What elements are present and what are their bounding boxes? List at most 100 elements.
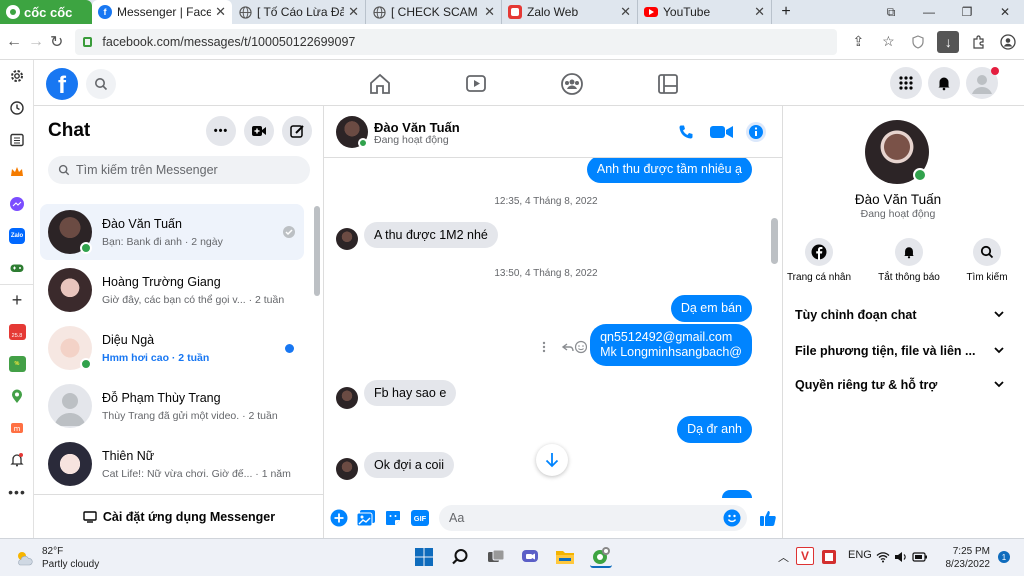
sticker-icon[interactable] — [382, 507, 404, 529]
shopping-bag-icon[interactable]: 25.8 — [0, 316, 34, 348]
new-tab-button[interactable]: + — [772, 0, 800, 24]
tab-search-icon[interactable]: ⧉ — [872, 5, 910, 20]
settings-gear-icon[interactable] — [0, 60, 34, 92]
more-icon[interactable]: ••• — [0, 476, 34, 508]
task-view-icon[interactable] — [485, 546, 507, 568]
shop-icon[interactable]: m — [0, 412, 34, 444]
chat-item-hoang-truong-giang[interactable]: Hoàng Trường Giang Giờ đây, các bạn có th… — [40, 262, 304, 318]
url-field[interactable]: facebook.com/messages/t/100050122699097 — [75, 28, 838, 55]
zalo-icon[interactable]: Zalo — [0, 220, 34, 252]
chat-item-thien-nu[interactable]: Thiên Nữ Cat Life!: Nữ vừa chơi. Giờ đế..… — [40, 436, 304, 492]
search-icon[interactable] — [86, 69, 116, 99]
emoji-icon[interactable] — [723, 509, 741, 527]
coccoc-logo[interactable]: cốc cốc — [0, 0, 92, 24]
attach-image-icon[interactable] — [355, 507, 377, 529]
profile-icon[interactable] — [997, 31, 1019, 53]
share-icon[interactable]: ⇪ — [847, 31, 869, 53]
message-input[interactable]: Aa — [439, 505, 747, 531]
message-incoming[interactable]: A thu được 1M2 nhé — [364, 222, 498, 248]
chat-item-dieu-nga[interactable]: Diệu Ngà Hmm hơi cao · 2 tuần — [40, 320, 304, 376]
video-call-icon[interactable] — [710, 125, 734, 139]
back-icon[interactable]: ← — [6, 33, 22, 51]
messenger-icon[interactable] — [0, 188, 34, 220]
gaming-icon[interactable] — [656, 72, 680, 96]
extensions-icon[interactable] — [967, 31, 989, 53]
facebook-logo-icon[interactable]: f — [46, 68, 78, 100]
view-profile-button[interactable]: Trang cá nhân — [779, 238, 859, 283]
audio-call-icon[interactable] — [678, 124, 694, 140]
account-avatar[interactable] — [966, 67, 999, 99]
language-indicator[interactable]: ENG — [848, 549, 872, 561]
message-outgoing[interactable]: qn5512492@gmail.com Mk Longminhsangbach@ — [590, 324, 752, 366]
close-tab-icon[interactable]: ✕ — [754, 4, 765, 20]
crown-icon[interactable] — [0, 156, 34, 188]
coccoc-taskbar-icon[interactable] — [590, 546, 612, 568]
teams-chat-icon[interactable] — [519, 546, 541, 568]
section-privacy-support[interactable]: Quyền riêng tư & hỗ trợ — [795, 378, 1005, 392]
download-badge-icon[interactable]: ↓ — [937, 30, 960, 53]
chat-options-icon[interactable]: ••• — [206, 116, 236, 146]
profile-avatar[interactable] — [865, 120, 929, 184]
forward-icon[interactable]: → — [28, 33, 44, 51]
search-conversation-button[interactable]: Tìm kiếm — [947, 238, 1024, 283]
section-media-files[interactable]: File phương tiện, file và liên ... — [795, 344, 1005, 358]
conversation-info-icon[interactable] — [746, 122, 766, 142]
avatar[interactable] — [336, 116, 368, 148]
system-tray-status[interactable] — [876, 548, 928, 566]
vietkey-tray-icon[interactable]: V — [796, 547, 814, 565]
message-outgoing-partial[interactable] — [722, 490, 752, 498]
weather-widget[interactable]: 82°F Partly cloudy — [14, 545, 99, 571]
mute-notifications-button[interactable]: Tắt thông báo — [869, 238, 949, 283]
new-message-compose-icon[interactable] — [282, 116, 312, 146]
groups-icon[interactable] — [560, 72, 584, 96]
reload-icon[interactable]: ↻ — [50, 32, 63, 52]
close-tab-icon[interactable]: ✕ — [620, 4, 631, 20]
chat-item-do-pham-thuy-trang[interactable]: Đỗ Phạm Thùy Trang Thùy Trang đã gửi một … — [40, 378, 304, 434]
fb-notifications-icon[interactable] — [928, 67, 960, 99]
windows-start-icon[interactable] — [413, 546, 435, 568]
message-incoming[interactable]: Ok đợi a coii — [364, 452, 455, 478]
tab-youtube[interactable]: YouTube ✕ — [638, 0, 772, 24]
history-icon[interactable] — [0, 92, 34, 124]
close-window-icon[interactable]: ✕ — [986, 5, 1024, 19]
message-outgoing[interactable]: Dạ em bán — [670, 295, 752, 322]
tab-messenger[interactable]: f Messenger | Faceb ✕ — [92, 0, 232, 24]
restore-icon[interactable]: ❐ — [948, 5, 986, 19]
menu-grid-icon[interactable] — [890, 67, 922, 99]
notifications-bell-icon[interactable] — [0, 444, 34, 476]
gif-icon[interactable]: GIF — [409, 507, 431, 529]
message-actions-icons[interactable] — [541, 340, 587, 354]
message-outgoing[interactable]: Anh thu được tầm nhiêu ạ — [586, 158, 752, 183]
reading-list-icon[interactable] — [0, 124, 34, 156]
taskbar-search-icon[interactable] — [449, 546, 471, 568]
location-pin-icon[interactable] — [0, 380, 34, 412]
home-icon[interactable] — [368, 72, 392, 96]
minimize-icon[interactable]: — — [910, 5, 948, 19]
game-controller-icon[interactable] — [0, 252, 34, 284]
system-clock[interactable]: 7:25 PM 8/23/2022 — [940, 545, 991, 571]
onedrive-tray-icon[interactable] — [820, 548, 838, 566]
chat-item-dao-van-tuan[interactable]: Đào Văn Tuấn Bạn: Bank đi anh · 2 ngày — [40, 204, 304, 260]
message-incoming[interactable]: Fb hay sao e — [364, 380, 457, 406]
tab-check-scam[interactable]: [ CHECK SCAM ] H✕ — [366, 0, 502, 24]
close-tab-icon[interactable]: ✕ — [348, 4, 359, 20]
messenger-search-input[interactable]: Tìm kiếm trên Messenger — [48, 156, 310, 184]
section-customize-chat[interactable]: Tùy chỉnh đoạn chat — [795, 308, 1005, 322]
voucher-icon[interactable]: % — [0, 348, 34, 380]
scroll-to-bottom-button[interactable] — [536, 444, 568, 476]
add-icon[interactable]: + — [0, 284, 34, 316]
message-outgoing[interactable]: Dạ đr anh — [677, 416, 752, 443]
bookmark-star-icon[interactable]: ☆ — [877, 31, 899, 53]
install-messenger-button[interactable]: Cài đặt ứng dụng Messenger — [34, 494, 324, 538]
thumbs-up-like-icon[interactable] — [757, 507, 779, 529]
close-tab-icon[interactable]: ✕ — [484, 4, 495, 20]
message-scrollbar[interactable] — [771, 218, 778, 264]
show-hidden-icons[interactable]: ︿ — [778, 549, 789, 565]
watch-icon[interactable] — [464, 72, 488, 96]
tab-zalo[interactable]: Zalo Web ✕ — [502, 0, 638, 24]
chat-list-scrollbar[interactable] — [314, 206, 320, 296]
more-actions-plus-icon[interactable] — [328, 507, 350, 529]
file-explorer-icon[interactable] — [554, 546, 576, 568]
new-room-video-icon[interactable] — [244, 116, 274, 146]
tab-to-cao[interactable]: [ Tố Cáo Lừa Đảo ✕ — [232, 0, 366, 24]
